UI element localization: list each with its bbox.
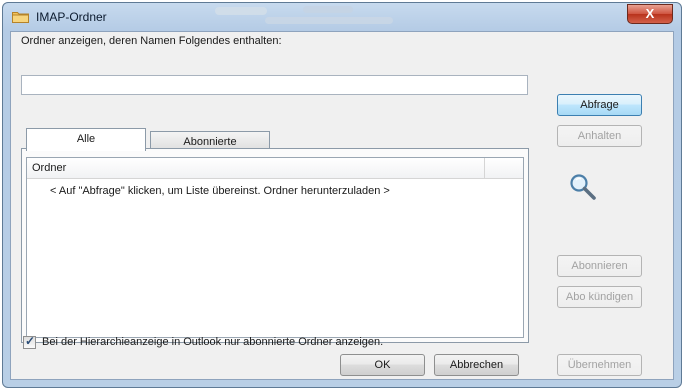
list-empty-message: < Auf "Abfrage" klicken, um Liste überei… [50, 185, 390, 197]
imap-folders-dialog: IMAP-Ordner X Ordner anzeigen, deren Nam… [2, 2, 682, 388]
magnifier-icon [570, 174, 596, 200]
hierarchy-checkbox-label[interactable]: Bei der Hierarchieanzeige in Outlook nur… [42, 336, 383, 348]
apply-button[interactable]: Übernehmen [557, 354, 642, 376]
folder-filter-input[interactable] [21, 75, 528, 95]
close-button[interactable]: X [627, 4, 673, 24]
check-mark-icon: ✓ [25, 334, 36, 348]
window-title: IMAP-Ordner [36, 10, 107, 24]
hierarchy-checkbox[interactable]: ✓ [23, 334, 36, 349]
unsubscribe-button[interactable]: Abo kündigen [557, 286, 642, 308]
blurred-background-text [265, 17, 393, 24]
blurred-background-text [303, 6, 353, 13]
query-button[interactable]: Abfrage [557, 94, 642, 116]
blurred-background-text [215, 7, 267, 15]
tab-panel: Ordner < Auf "Abfrage" klicken, um Liste… [21, 148, 529, 343]
tab-all[interactable]: Alle [26, 128, 146, 151]
cancel-button[interactable]: Abbrechen [434, 354, 519, 376]
list-header: Ordner [27, 158, 523, 179]
folder-icon [12, 12, 29, 23]
filter-label: Ordner anzeigen, deren Namen Folgendes e… [21, 35, 282, 47]
column-divider[interactable] [484, 158, 485, 178]
column-header-folder[interactable]: Ordner [32, 162, 66, 174]
folder-list[interactable]: Ordner < Auf "Abfrage" klicken, um Liste… [26, 157, 524, 338]
stop-button[interactable]: Anhalten [557, 125, 642, 147]
title-bar[interactable]: IMAP-Ordner X [3, 3, 681, 31]
subscribe-button[interactable]: Abonnieren [557, 255, 642, 277]
dialog-body: Ordner anzeigen, deren Namen Folgendes e… [10, 31, 674, 380]
ok-button[interactable]: OK [340, 354, 425, 376]
